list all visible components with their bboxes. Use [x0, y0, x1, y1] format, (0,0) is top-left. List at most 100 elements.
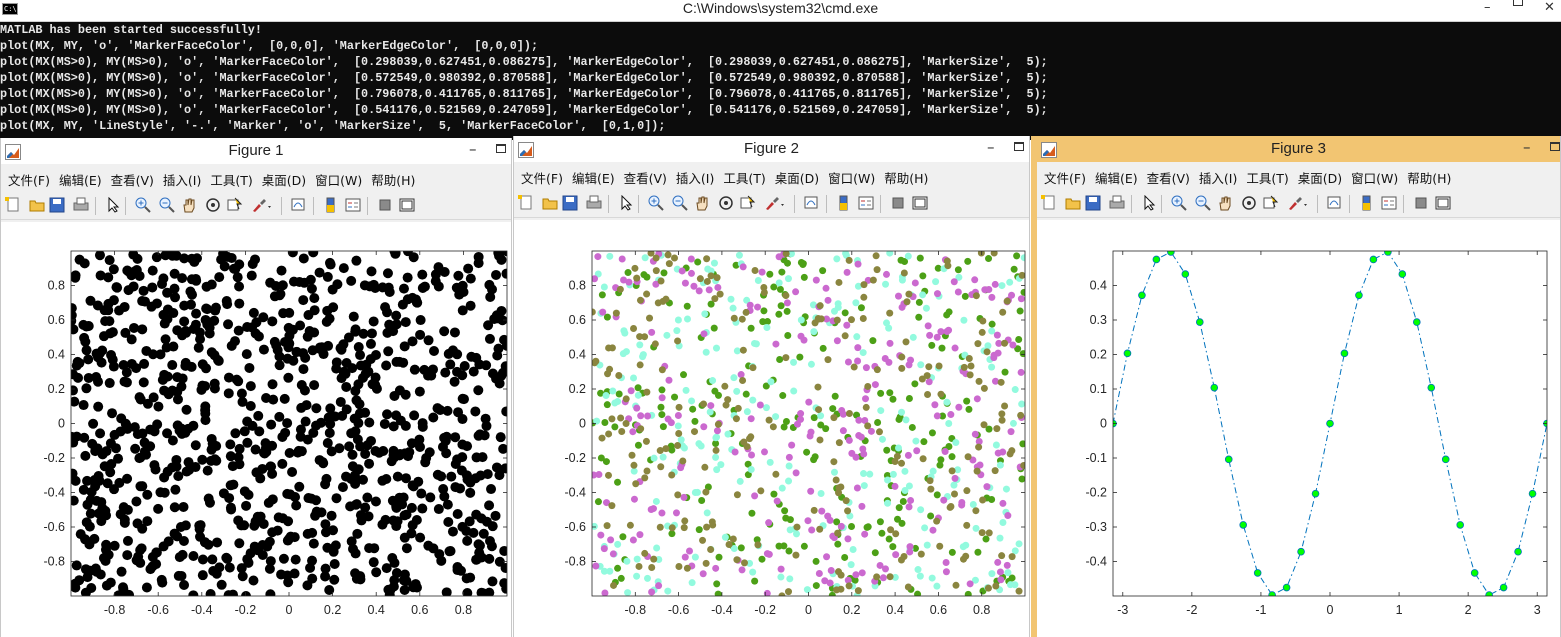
- figure-titlebar[interactable]: Figure 3 –: [1037, 136, 1560, 162]
- print-icon[interactable]: [586, 195, 602, 211]
- legend-icon[interactable]: [1381, 195, 1397, 211]
- save-icon[interactable]: [562, 195, 578, 211]
- menu-item[interactable]: 工具(T): [209, 168, 260, 188]
- pan-hand-icon[interactable]: [1217, 195, 1233, 211]
- pointer-icon[interactable]: [618, 194, 634, 211]
- print-icon[interactable]: [1109, 195, 1125, 211]
- figure-canvas[interactable]: -0.8 -0.6 -0.4 -0.2 0 0.2 0.4 0.6 0.8 0.8 0.6 0.4 0.…: [514, 220, 1029, 637]
- menu-item[interactable]: 编辑(E): [58, 168, 110, 188]
- menu-item[interactable]: 插入(I): [675, 166, 722, 186]
- menu-item[interactable]: 插入(I): [1198, 166, 1245, 186]
- colorbar-icon[interactable]: [323, 197, 339, 213]
- legend-icon[interactable]: [858, 195, 874, 211]
- hide-plot-tools-icon[interactable]: [1413, 195, 1429, 211]
- scatter-point: [484, 553, 495, 564]
- new-figure-icon[interactable]: [5, 197, 21, 213]
- figure-window-2[interactable]: Figure 2 – 文件(F) 编辑(E) 查看(V) 插入(I) 工具(T) 桌面(D) 窗…: [513, 136, 1030, 637]
- maximize-icon[interactable]: [496, 144, 506, 153]
- cmd-window[interactable]: C:\ C:\Windows\system32\cmd.exe – ✕ MATL…: [0, 0, 1561, 140]
- show-plot-tools-icon[interactable]: [399, 197, 415, 213]
- minimize-icon[interactable]: –: [987, 138, 995, 156]
- menu-item[interactable]: 帮助(H): [883, 166, 936, 186]
- menu-item[interactable]: 窗口(W): [314, 168, 370, 188]
- legend-icon[interactable]: [345, 197, 361, 213]
- figure-titlebar[interactable]: Figure 2 –: [514, 136, 1029, 162]
- new-figure-icon[interactable]: [1041, 195, 1057, 211]
- minimize-icon[interactable]: –: [469, 140, 477, 158]
- menu-item[interactable]: 文件(F): [520, 166, 571, 186]
- zoom-in-icon[interactable]: [1171, 195, 1187, 211]
- zoom-in-icon[interactable]: [648, 195, 664, 211]
- menu-item[interactable]: 桌面(D): [261, 168, 314, 188]
- menu-item[interactable]: 查看(V): [1146, 166, 1198, 186]
- zoom-in-icon[interactable]: [135, 197, 151, 213]
- maximize-icon[interactable]: [1550, 142, 1560, 151]
- scatter-point: [93, 401, 104, 412]
- pan-hand-icon[interactable]: [181, 197, 197, 213]
- menu-item[interactable]: 编辑(E): [1094, 166, 1146, 186]
- new-figure-icon[interactable]: [518, 195, 534, 211]
- pointer-icon[interactable]: [1141, 194, 1157, 211]
- figure-window-1[interactable]: Figure 1 – 文件(F) 编辑(E) 查看(V) 插入(I) 工具(T) 桌面(D) 窗…: [0, 138, 512, 637]
- save-icon[interactable]: [49, 197, 65, 213]
- pan-hand-icon[interactable]: [694, 195, 710, 211]
- zoom-out-icon[interactable]: [159, 197, 175, 213]
- menu-item[interactable]: 帮助(H): [370, 168, 423, 188]
- menu-item[interactable]: 窗口(W): [1350, 166, 1406, 186]
- figure-window-3[interactable]: Figure 3 – 文件(F) 编辑(E) 查看(V) 插入(I) 工具(T) 桌面(D) 窗…: [1031, 136, 1561, 637]
- cmd-titlebar[interactable]: C:\ C:\Windows\system32\cmd.exe – ✕: [0, 0, 1561, 22]
- zoom-out-icon[interactable]: [672, 195, 688, 211]
- menu-item[interactable]: 桌面(D): [774, 166, 827, 186]
- figure-canvas[interactable]: -3 -2 -1 0 1 2 3 0.4 0.3 0.2 0.1 0 -0.1 -0.2 -0.3 -0.4: [1037, 220, 1560, 637]
- print-icon[interactable]: [73, 197, 89, 213]
- menu-item[interactable]: 帮助(H): [1406, 166, 1459, 186]
- plot-axes[interactable]: -0.8 -0.6 -0.4 -0.2 0 0.2 0.4 0.6 0.8 0.8 0.6 0.4 0.…: [1, 222, 511, 637]
- maximize-icon[interactable]: [1014, 142, 1024, 151]
- colorbar-icon[interactable]: [1359, 195, 1375, 211]
- menu-item[interactable]: 工具(T): [1245, 166, 1296, 186]
- maximize-icon[interactable]: [1513, 0, 1523, 6]
- rotate-3d-icon[interactable]: [1241, 195, 1257, 211]
- data-cursor-icon[interactable]: [740, 195, 756, 211]
- pointer-icon[interactable]: [105, 196, 121, 213]
- cmd-output[interactable]: MATLAB has been started successfully! pl…: [0, 23, 1561, 140]
- menu-item[interactable]: 窗口(W): [827, 166, 883, 186]
- plot-axes[interactable]: -0.8 -0.6 -0.4 -0.2 0 0.2 0.4 0.6 0.8 0.8 0.6 0.4 0.…: [514, 220, 1029, 637]
- menu-item[interactable]: 查看(V): [623, 166, 675, 186]
- show-plot-tools-icon[interactable]: [1435, 195, 1451, 211]
- menu-item[interactable]: 编辑(E): [571, 166, 623, 186]
- figure-titlebar[interactable]: Figure 1 –: [1, 138, 511, 164]
- open-file-icon[interactable]: [1065, 195, 1081, 211]
- show-plot-tools-icon[interactable]: [912, 195, 928, 211]
- colorbar-icon[interactable]: [836, 195, 852, 211]
- link-plot-icon[interactable]: [291, 197, 307, 213]
- link-plot-icon[interactable]: [1327, 195, 1343, 211]
- scatter-point: [695, 287, 703, 295]
- link-plot-icon[interactable]: [804, 195, 820, 211]
- menu-item[interactable]: 插入(I): [162, 168, 209, 188]
- rotate-3d-icon[interactable]: [718, 195, 734, 211]
- scatter-point: [487, 521, 498, 532]
- minimize-icon[interactable]: –: [1523, 138, 1531, 156]
- brush-icon[interactable]: [251, 197, 271, 213]
- menu-item[interactable]: 桌面(D): [1297, 166, 1350, 186]
- close-icon[interactable]: ✕: [1544, 0, 1555, 15]
- open-file-icon[interactable]: [29, 197, 45, 213]
- brush-icon[interactable]: [764, 195, 784, 211]
- open-file-icon[interactable]: [542, 195, 558, 211]
- plot-axes[interactable]: -3 -2 -1 0 1 2 3 0.4 0.3 0.2 0.1 0 -0.1 -0.2 -0.3 -0.4: [1037, 220, 1560, 637]
- brush-icon[interactable]: [1287, 195, 1307, 211]
- hide-plot-tools-icon[interactable]: [890, 195, 906, 211]
- zoom-out-icon[interactable]: [1195, 195, 1211, 211]
- data-cursor-icon[interactable]: [227, 197, 243, 213]
- menu-item[interactable]: 查看(V): [110, 168, 162, 188]
- figure-canvas[interactable]: -0.8 -0.6 -0.4 -0.2 0 0.2 0.4 0.6 0.8 0.8 0.6 0.4 0.…: [1, 222, 511, 637]
- menu-item[interactable]: 工具(T): [722, 166, 773, 186]
- save-icon[interactable]: [1085, 195, 1101, 211]
- minimize-icon[interactable]: –: [1484, 0, 1491, 15]
- rotate-3d-icon[interactable]: [205, 197, 221, 213]
- hide-plot-tools-icon[interactable]: [377, 197, 393, 213]
- data-cursor-icon[interactable]: [1263, 195, 1279, 211]
- menu-item[interactable]: 文件(F): [1043, 166, 1094, 186]
- menu-item[interactable]: 文件(F): [7, 168, 58, 188]
